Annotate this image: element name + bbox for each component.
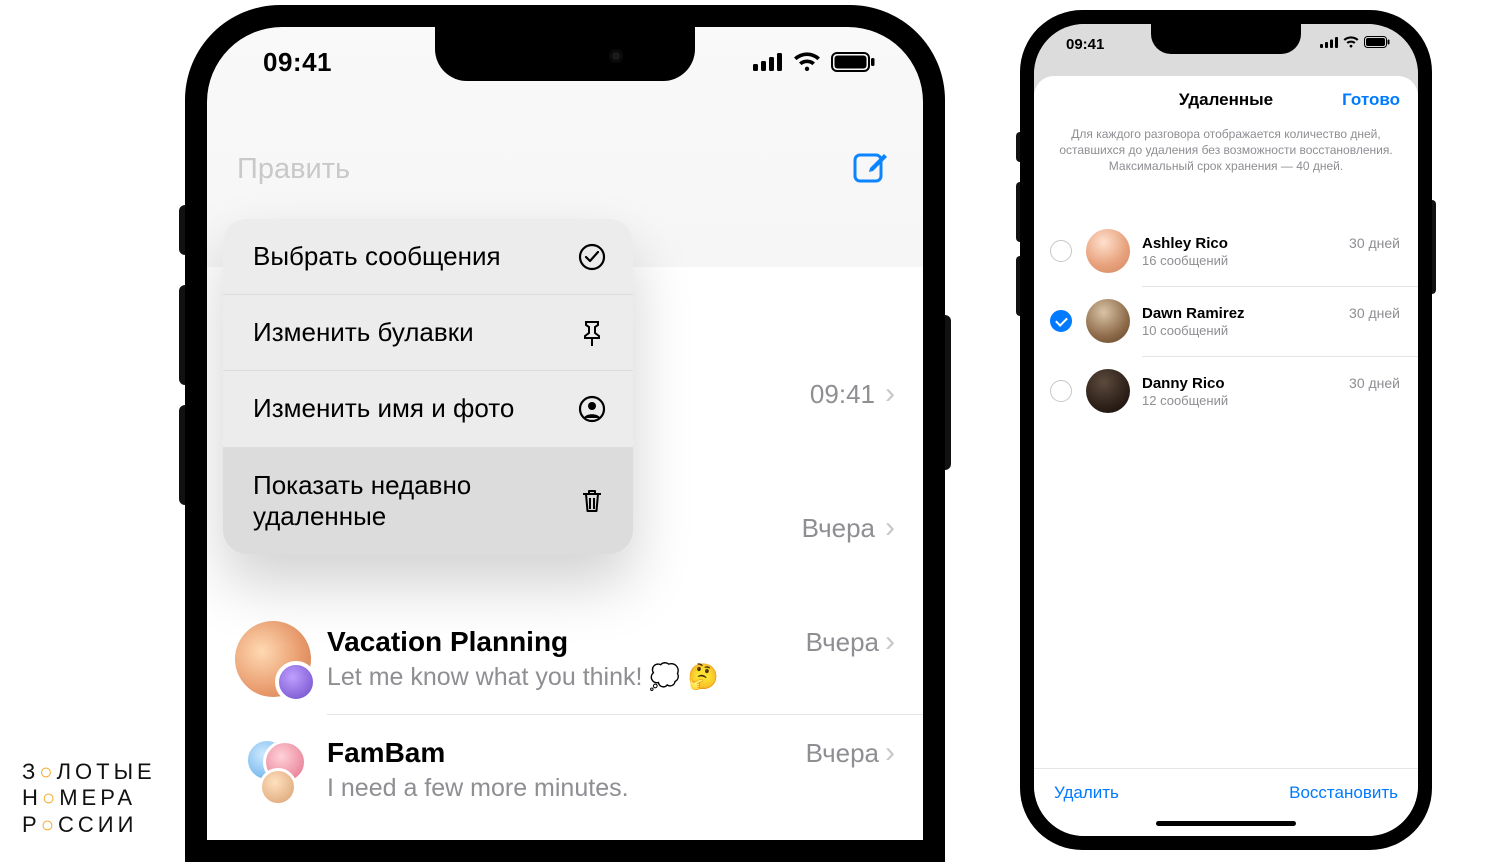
deleted-row[interactable]: Ashley Rico 30 дней 16 сообщений [1034,216,1418,286]
hw-button [945,315,951,470]
chevron-right-icon: › [885,377,895,411]
chat-row-peek[interactable]: 09:41 › [810,377,895,411]
sheet-header: Удаленные Готово [1034,90,1418,110]
deleted-row[interactable]: Danny Rico 30 дней 12 сообщений [1034,356,1418,426]
brand-logo: З○ЛОТЫЕ Н○МЕРА Р○ССИИ [22,759,156,838]
hw-button [1016,182,1020,242]
chat-row-peek[interactable]: Вчера › [802,511,895,545]
sheet-description: Для каждого разговора отображается колич… [1052,126,1400,175]
battery-icon [831,52,875,72]
page-title: Удаленные [1179,90,1273,109]
statusbar: 09:41 [1034,24,1418,64]
home-indicator[interactable] [1156,821,1296,826]
days-left: 30 дней [1349,375,1400,391]
chat-list: Vacation Planning Вчера › Let me know wh… [207,603,923,825]
logo-accent-icon: ○ [42,785,59,810]
chat-time: Вчера [806,738,879,769]
cellular-icon [1320,35,1338,53]
recover-button[interactable]: Восстановить [1289,783,1398,803]
menu-label: Изменить булавки [253,317,577,348]
navbar: Править [207,147,923,192]
wifi-icon [1343,35,1359,53]
message-count: 12 сообщений [1142,393,1400,408]
contact-name: Dawn Ramirez [1142,305,1245,322]
edit-button[interactable]: Править [237,153,350,186]
avatar [235,621,311,697]
deleted-sheet: Удаленные Готово Для каждого разговора о… [1034,76,1418,836]
check-circle-icon [577,242,607,272]
menu-label: Выбрать сообщения [253,241,577,272]
select-radio[interactable] [1050,380,1072,402]
chat-preview: I need a few more minutes. [327,774,895,803]
avatar [1086,299,1130,343]
days-left: 30 дней [1349,235,1400,251]
logo-accent-icon: ○ [41,812,58,837]
cellular-icon [753,53,783,71]
select-radio[interactable] [1050,310,1072,332]
contact-name: Ashley Rico [1142,235,1228,252]
notch [435,27,695,81]
edit-menu: Выбрать сообщения Изменить булавки Измен… [223,219,633,554]
trash-icon [577,486,607,516]
chevron-right-icon: › [885,511,895,545]
menu-edit-pins[interactable]: Изменить булавки [223,294,633,370]
statusbar-right [753,52,875,72]
person-circle-icon [577,394,607,424]
select-radio[interactable] [1050,240,1072,262]
avatar [235,732,311,808]
hw-button [1016,256,1020,316]
hw-button [179,205,185,255]
chat-row[interactable]: FamBam Вчера › I need a few more minutes… [207,714,923,825]
menu-label: Изменить имя и фото [253,393,577,424]
menu-show-recently-deleted[interactable]: Показать недавно удаленные [223,447,633,554]
chat-time: Вчера [806,627,879,658]
chevron-right-icon: › [885,625,895,659]
logo-accent-icon: ○ [39,759,56,784]
chat-name: Vacation Planning [327,626,806,658]
phone-right: 09:41 Удаленные Готово Для каждого разго… [1020,10,1432,850]
menu-edit-name-photo[interactable]: Изменить имя и фото [223,370,633,446]
menu-label: Показать недавно удаленные [253,470,577,532]
hw-button [179,405,185,505]
battery-icon [1364,35,1390,53]
deleted-list: Ashley Rico 30 дней 16 сообщений Dawn Ram… [1034,216,1418,426]
deleted-row[interactable]: Dawn Ramirez 30 дней 10 сообщений [1034,286,1418,356]
chat-time: Вчера [802,513,875,544]
statusbar-time: 09:41 [263,47,332,78]
delete-button[interactable]: Удалить [1054,783,1119,803]
chat-name: FamBam [327,737,806,769]
contact-name: Danny Rico [1142,375,1225,392]
screen-right: 09:41 Удаленные Готово Для каждого разго… [1034,24,1418,836]
hw-button [1432,200,1436,294]
message-count: 16 сообщений [1142,253,1400,268]
statusbar-right [1320,35,1390,53]
chevron-right-icon: › [885,736,895,770]
avatar [1086,369,1130,413]
wifi-icon [793,52,821,72]
hw-button [179,285,185,385]
statusbar-time: 09:41 [1066,36,1104,53]
done-button[interactable]: Готово [1342,90,1400,110]
compose-button[interactable] [851,147,891,192]
phone-left: 09:41 Править 09:41 › [185,5,945,862]
hw-button [1016,132,1020,162]
chat-time: 09:41 [810,379,875,410]
days-left: 30 дней [1349,305,1400,321]
pin-icon [577,318,607,348]
screen-left: 09:41 Править 09:41 › [207,27,923,840]
chat-preview: Let me know what you think! 💭 🤔 [327,663,895,692]
chat-row[interactable]: Vacation Planning Вчера › Let me know wh… [207,603,923,714]
menu-select-messages[interactable]: Выбрать сообщения [223,219,633,294]
avatar [1086,229,1130,273]
message-count: 10 сообщений [1142,323,1400,338]
